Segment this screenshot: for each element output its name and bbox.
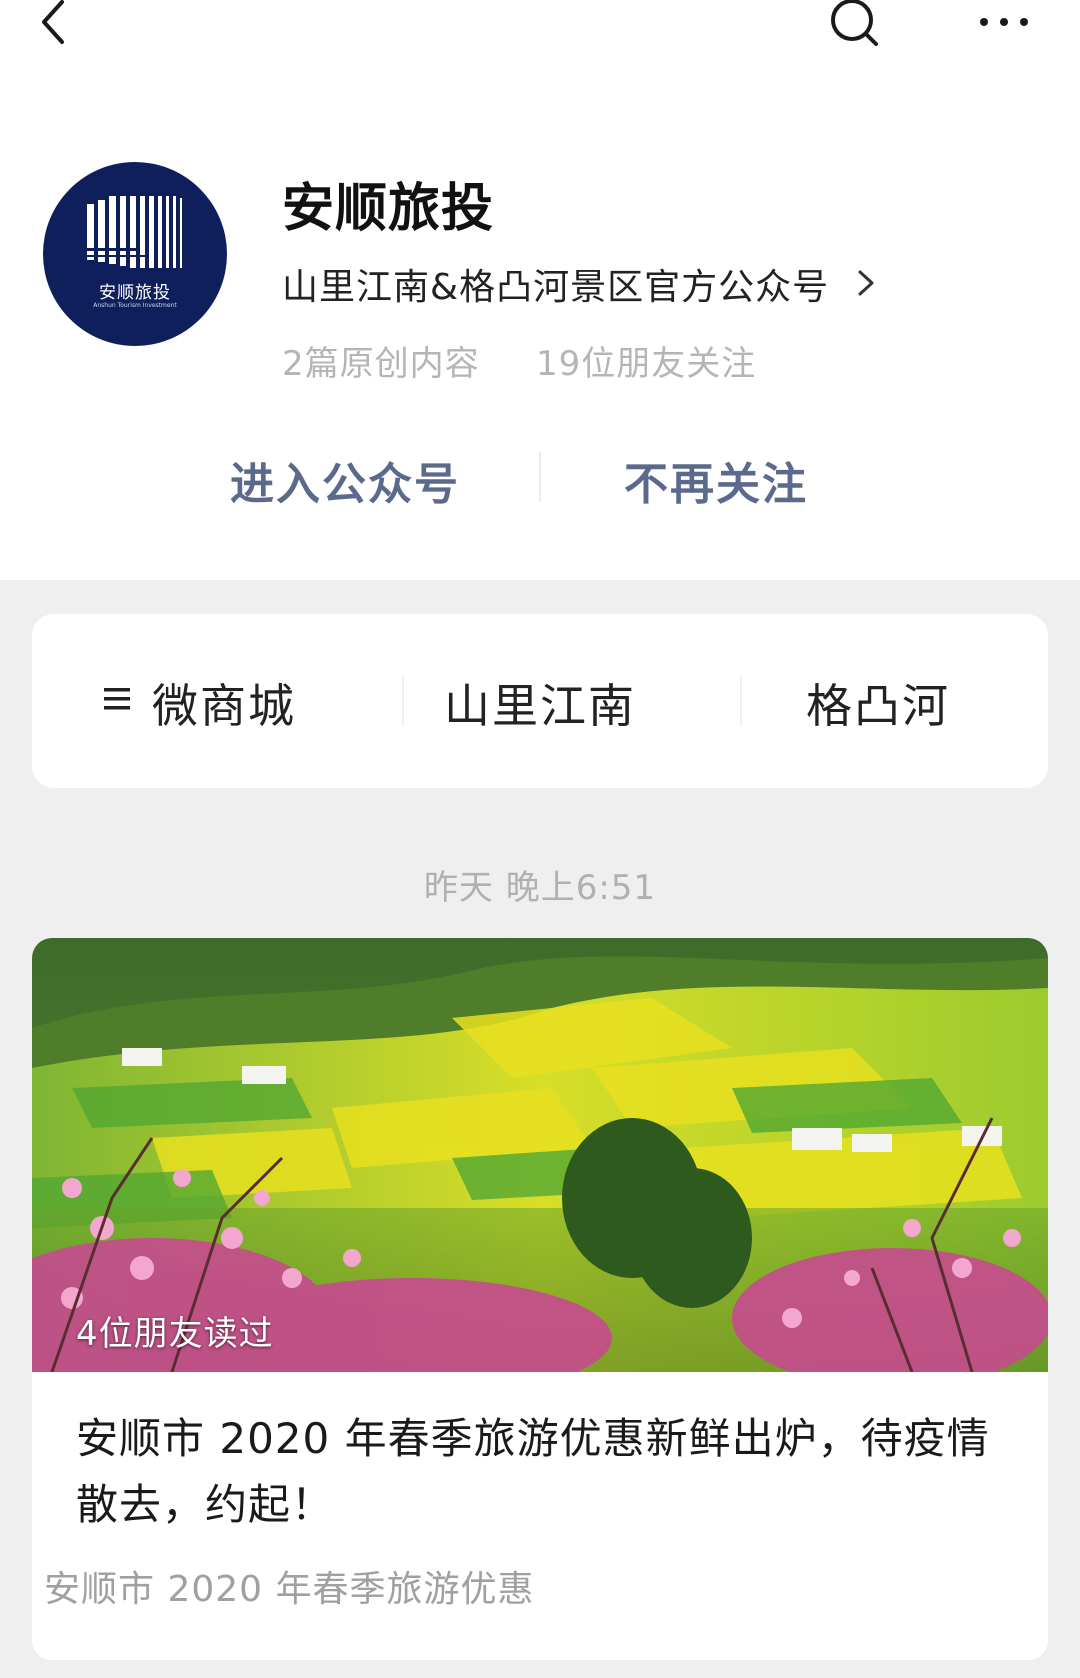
logo-text: 安顺旅投 xyxy=(99,283,171,303)
article-card[interactable]: 4位朋友读过 安顺市 2020 年春季旅游优惠新鲜出炉，待疫情散去，约起！ xyxy=(32,938,1048,1660)
menu-item-shanli-jiangnan[interactable]: 山里江南 xyxy=(444,670,636,736)
menu-divider xyxy=(740,676,742,726)
logo-subtext: Anshun Tourism Investment xyxy=(93,302,177,309)
message-timestamp: 昨天 晚上6:51 xyxy=(423,868,657,908)
menu-item-getuhe[interactable]: 格凸河 xyxy=(806,670,950,736)
friends-read-count: 4位朋友读过 xyxy=(76,1314,274,1354)
search-icon[interactable] xyxy=(826,0,884,48)
unfollow-button[interactable]: 不再关注 xyxy=(624,448,808,512)
profile-header: 安顺旅投 Anshun Tourism Investment 安顺旅投 山里江南… xyxy=(0,0,1080,580)
logo-mark-icon xyxy=(87,196,182,268)
menu-item-shop[interactable]: 微商城 xyxy=(102,670,296,736)
avatar[interactable]: 安顺旅投 Anshun Tourism Investment xyxy=(43,162,227,346)
enter-account-button[interactable]: 进入公众号 xyxy=(230,448,460,512)
chevron-right-icon[interactable] xyxy=(852,266,880,300)
action-divider xyxy=(539,452,541,502)
menu-divider xyxy=(402,676,404,726)
friends-following-count: 19位朋友关注 xyxy=(536,344,757,384)
original-content-count: 2篇原创内容 xyxy=(282,344,480,384)
menu-item-label: 微商城 xyxy=(152,679,296,733)
article-title: 安顺市 2020 年春季旅游优惠新鲜出炉，待疫情散去，约起！ xyxy=(76,1414,990,1529)
more-horizontal-icon[interactable] xyxy=(976,10,1032,34)
chevron-left-icon[interactable] xyxy=(30,0,78,48)
account-description[interactable]: 山里江南&格凸河景区官方公众号 xyxy=(282,258,829,310)
article-digest: 安顺市 2020 年春季旅游优惠 xyxy=(44,1569,535,1610)
account-name: 安顺旅投 xyxy=(282,179,495,239)
account-menu: 微商城 山里江南 格凸河 xyxy=(32,614,1048,788)
